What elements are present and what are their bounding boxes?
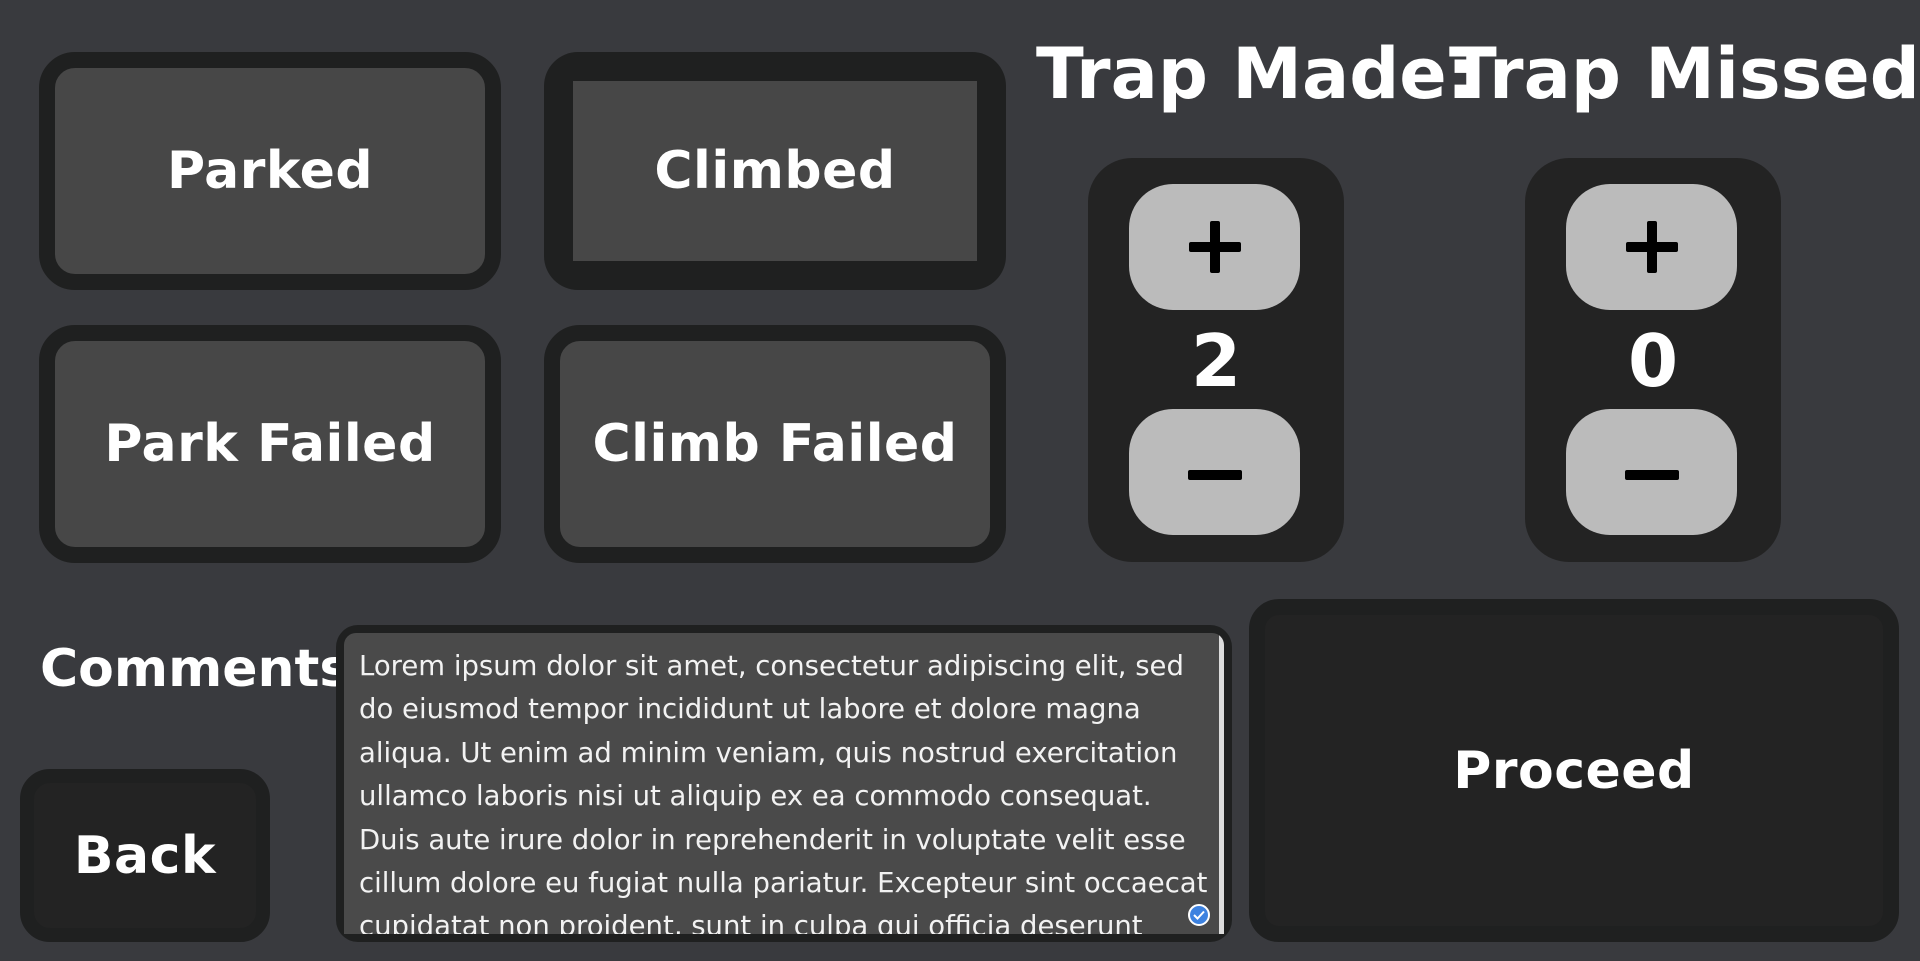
plus-icon: [1625, 221, 1678, 273]
comments-scrollbar[interactable]: [1219, 633, 1224, 934]
proceed-button[interactable]: Proceed: [1249, 599, 1899, 942]
comments-label: Comments:: [40, 639, 372, 699]
trap-made-heading: Trap Made:: [1036, 33, 1475, 115]
back-button[interactable]: Back: [20, 769, 270, 942]
trap-missed-decrement-button[interactable]: [1566, 409, 1737, 535]
proceed-button-label: Proceed: [1453, 740, 1695, 801]
trap-missed-heading: Trap Missed:: [1449, 33, 1920, 115]
comments-text: Lorem ipsum dolor sit amet, consectetur …: [359, 650, 1208, 934]
climbed-button[interactable]: Climbed: [544, 52, 1006, 290]
park-failed-button-label: Park Failed: [104, 414, 436, 474]
parked-button-label: Parked: [166, 141, 374, 201]
park-failed-button[interactable]: Park Failed: [39, 325, 501, 563]
climb-failed-button[interactable]: Climb Failed: [544, 325, 1006, 563]
climb-failed-button-label: Climb Failed: [592, 414, 958, 474]
trap-missed-increment-button[interactable]: [1566, 184, 1737, 310]
parked-button[interactable]: Parked: [39, 52, 501, 290]
trap-missed-value: 0: [1627, 319, 1679, 403]
comments-textarea[interactable]: Lorem ipsum dolor sit amet, consectetur …: [336, 625, 1232, 942]
trap-made-increment-button[interactable]: [1129, 184, 1300, 310]
check-circle-icon: [1188, 904, 1210, 926]
trap-made-value: 2: [1190, 319, 1242, 403]
comments-textarea-inner[interactable]: Lorem ipsum dolor sit amet, consectetur …: [344, 633, 1224, 934]
climbed-button-label: Climbed: [654, 141, 896, 201]
minus-icon: [1187, 470, 1242, 480]
plus-icon: [1188, 221, 1241, 273]
trap-missed-counter: 0: [1525, 158, 1781, 562]
minus-icon: [1624, 470, 1679, 480]
trap-made-counter: 2: [1088, 158, 1344, 562]
trap-made-decrement-button[interactable]: [1129, 409, 1300, 535]
scouting-endgame-screen: Parked Climbed Park Failed Climb Failed …: [0, 0, 1920, 961]
back-button-label: Back: [73, 825, 217, 886]
climbed-button-face: Climbed: [573, 81, 977, 261]
